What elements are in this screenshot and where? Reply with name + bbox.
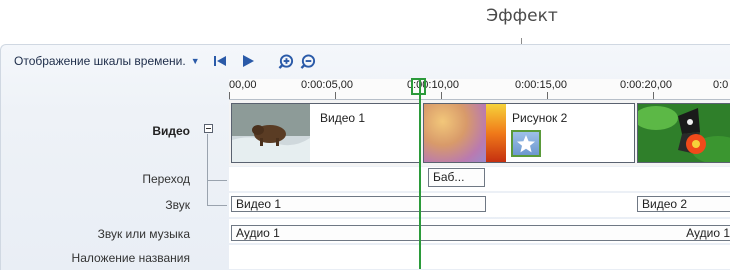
ruler-tick-label: 00,00 [229,79,257,91]
bear-thumbnail [232,104,310,162]
video-clip-video1[interactable]: Видео 1 [231,103,421,163]
ruler-tick-label: 0:00:20,00 [620,79,672,91]
zoom-in-icon[interactable] [278,53,294,69]
zoom-out-icon[interactable] [300,53,316,69]
tree-connector [207,180,227,181]
row-label-audio: Звук [165,198,190,212]
timeline-view-dropdown[interactable]: Отображение шкалы времени. [14,54,186,68]
butterfly-thumbnail [638,104,730,162]
texture-thumbnail [424,104,486,162]
clip-title: Видео 1 [320,111,366,125]
playhead-line[interactable] [419,79,421,269]
row-label-audio-music: Звук или музыка [97,227,190,241]
ruler-tick-label: 0:00:15,00 [515,79,567,91]
row-label-video: Видео [152,124,190,138]
video-clip-butterfly[interactable] [637,103,730,163]
rewind-icon[interactable] [212,53,228,69]
ruler-tick-label: 0:0 [713,79,729,91]
row-label-title-overlay: Наложение названия [71,251,190,265]
ruler-tick-label: 0:00:05,00 [301,79,353,91]
audio-clip-video1[interactable]: Видео 1 [231,196,486,212]
timeline-toolbar: Отображение шкалы времени. ▼ [14,51,316,71]
audio-clip-video2[interactable]: Видео 2 [637,196,730,212]
time-ruler[interactable]: 00,00 0:00:05,00 0:00:10,00 0:00:15,00 0… [229,79,730,100]
clip-title: Рисунок 2 [512,111,568,125]
tree-connector [207,134,208,206]
tree-connector [207,205,227,206]
transition-clip[interactable]: Баб... [428,168,485,187]
play-icon[interactable] [240,53,256,69]
music-clip-end-label: Аудио 1 [686,226,730,240]
fire-thumbnail [486,104,506,162]
playhead-handle[interactable] [411,78,426,95]
music-clip-audio1[interactable]: Аудио 1 Аудио 1 [231,225,730,241]
effect-star-icon[interactable] [511,130,541,157]
chevron-down-icon[interactable]: ▼ [191,56,200,66]
row-label-transition: Переход [142,172,190,186]
effect-callout-label: Эффект [486,6,558,26]
collapse-toggle-icon[interactable] [204,124,213,133]
music-clip-label: Аудио 1 [236,226,280,240]
title-overlay-track[interactable] [229,245,730,269]
